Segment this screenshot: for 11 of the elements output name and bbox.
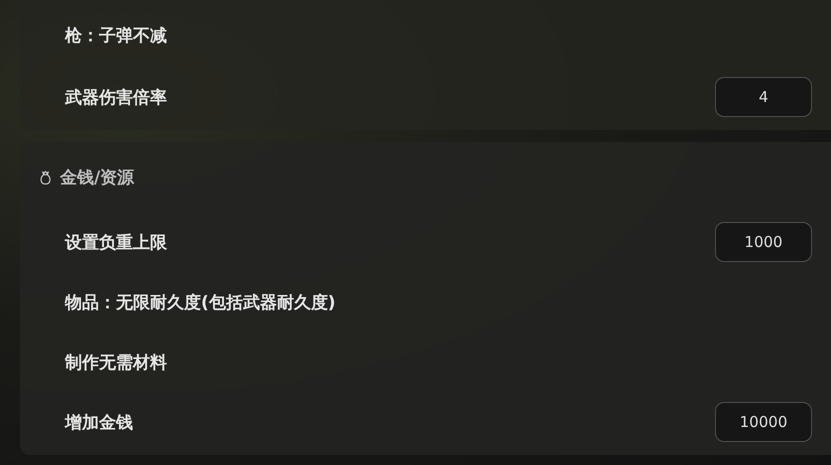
option-label: 制作无需材料: [65, 352, 167, 374]
number-field[interactable]: 4: [715, 77, 812, 117]
option-label: 增加金钱: [65, 412, 133, 434]
section-title: 金钱/资源: [60, 166, 134, 188]
option-label: 设置负重上限: [65, 232, 167, 254]
number-field[interactable]: 1000: [715, 222, 812, 262]
money-bag-icon: [39, 170, 52, 184]
option-label: 物品：无限耐久度(包括武器耐久度): [65, 292, 336, 314]
option-label: 武器伤害倍率: [65, 86, 167, 108]
number-field[interactable]: 10000: [715, 402, 812, 442]
option-label: 枪：子弹不减: [65, 24, 167, 46]
